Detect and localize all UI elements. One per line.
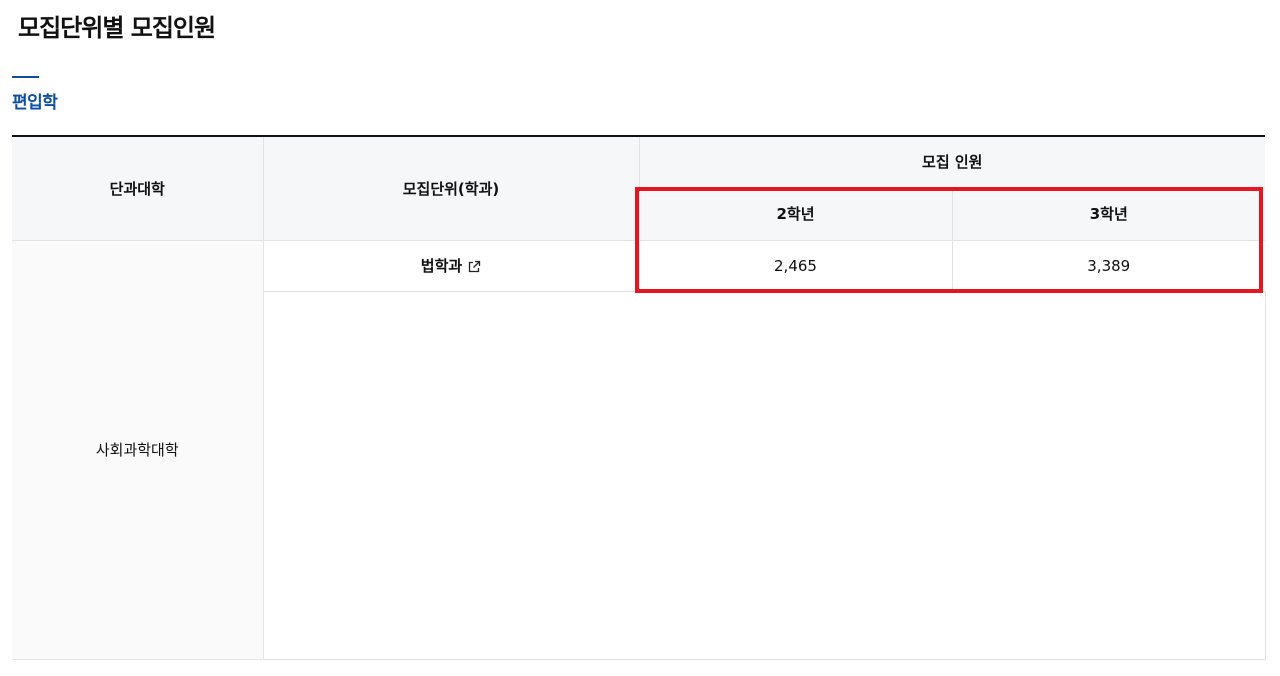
header-college: 단과대학 bbox=[12, 137, 264, 241]
tab-active-indicator bbox=[12, 76, 39, 78]
external-link-icon[interactable] bbox=[468, 259, 481, 277]
tab-transfer[interactable]: 편입학 bbox=[12, 76, 58, 113]
cell-unit[interactable]: 법학과 bbox=[263, 240, 640, 292]
empty-area bbox=[263, 291, 1266, 660]
unit-link-label[interactable]: 법학과 bbox=[421, 257, 462, 275]
page-title: 모집단위별 모집인원 bbox=[18, 14, 216, 42]
header-quota: 모집 인원 bbox=[639, 137, 1265, 188]
cell-college: 사회과학대학 bbox=[12, 240, 264, 660]
header-grade2: 2학년 bbox=[639, 187, 953, 241]
header-unit: 모집단위(학과) bbox=[263, 137, 640, 241]
cell-grade2: 2,465 bbox=[639, 240, 953, 292]
quota-table: 단과대학 모집단위(학과) 모집 인원 2학년 3학년 사회과학대학 법학과 2… bbox=[12, 137, 1266, 660]
cell-grade3: 3,389 bbox=[952, 240, 1265, 292]
tab-label: 편입학 bbox=[12, 93, 58, 113]
table-row: 사회과학대학 법학과 2,465 3,389 bbox=[12, 240, 1265, 660]
quota-table-wrap: 단과대학 모집단위(학과) 모집 인원 2학년 3학년 사회과학대학 법학과 2… bbox=[12, 135, 1266, 660]
header-grade3: 3학년 bbox=[952, 187, 1265, 241]
